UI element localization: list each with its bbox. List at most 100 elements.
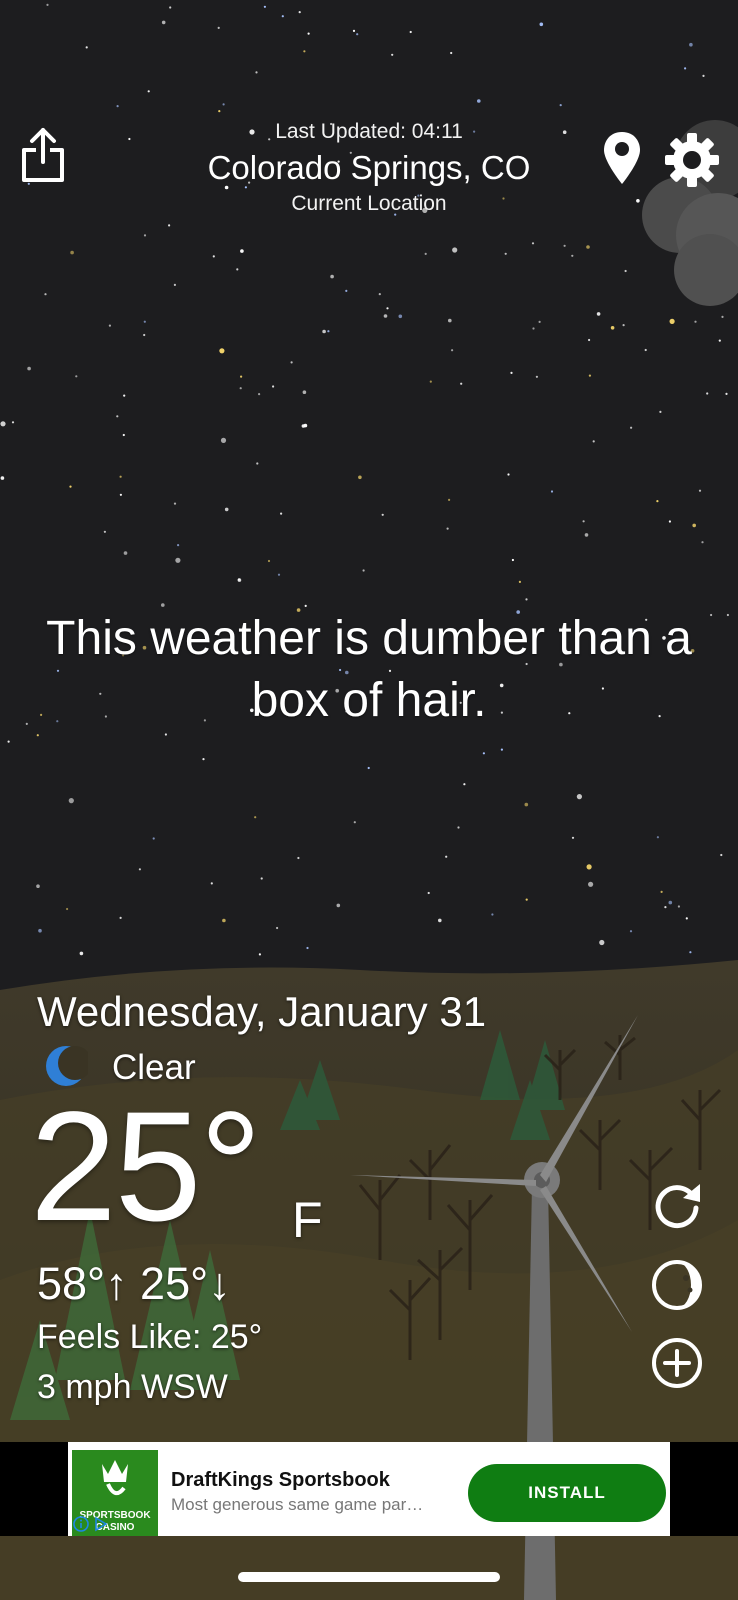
star (383, 314, 388, 318)
map-pin-icon[interactable] (600, 130, 644, 186)
last-updated-label: Last Updated: 04:11 (275, 120, 463, 143)
star (518, 580, 522, 584)
star (68, 798, 74, 804)
star (588, 881, 594, 887)
star (70, 250, 74, 255)
star (345, 289, 348, 292)
star (448, 318, 452, 323)
star (378, 293, 381, 296)
crown-logo-icon (102, 1460, 128, 1496)
ad-install-button[interactable]: INSTALL (468, 1464, 666, 1522)
temperature-unit[interactable]: F (292, 1192, 323, 1248)
share-icon[interactable] (18, 124, 68, 186)
plus-circle-icon[interactable] (650, 1336, 704, 1390)
star (576, 794, 583, 800)
star (175, 557, 181, 563)
star (36, 884, 40, 888)
ad-info-icon[interactable] (72, 1514, 112, 1534)
star (277, 573, 281, 576)
star (103, 530, 106, 533)
star (610, 326, 615, 330)
star (664, 906, 667, 909)
star (304, 604, 307, 608)
star (220, 437, 227, 443)
star (327, 330, 330, 333)
star (586, 864, 592, 870)
star (599, 939, 605, 946)
star (79, 951, 84, 956)
star (330, 274, 334, 279)
star (588, 374, 592, 377)
star (596, 312, 601, 316)
star (302, 390, 307, 395)
star (224, 507, 229, 512)
star (504, 252, 507, 255)
weather-app-screen: Last Updated: 04:11 Colorado Springs, CO… (0, 0, 738, 1600)
star (563, 244, 566, 247)
star (258, 393, 261, 396)
star (240, 249, 244, 253)
star (445, 855, 448, 858)
ad-subtitle: Most generous same game par… (171, 1495, 424, 1514)
star (588, 338, 591, 342)
star (592, 440, 595, 443)
star (138, 868, 141, 871)
feels-like: Feels Like: 25° (37, 1318, 263, 1356)
star (27, 366, 31, 371)
star (720, 853, 723, 857)
star (353, 821, 356, 824)
star (290, 361, 293, 364)
gear-icon[interactable] (664, 132, 720, 188)
header: Last Updated: 04:11 Colorado Springs, CO… (0, 0, 738, 240)
star (446, 527, 449, 530)
star (507, 473, 510, 476)
star (306, 946, 309, 950)
star (424, 252, 427, 255)
refresh-icon[interactable] (650, 1178, 704, 1232)
star (336, 903, 341, 908)
wind-info: 3 mph WSW (37, 1368, 228, 1406)
star (202, 758, 205, 761)
star (381, 513, 384, 516)
star (362, 569, 365, 572)
star (668, 520, 672, 523)
location-block[interactable]: Last Updated: 04:11 Colorado Springs, CO… (130, 118, 608, 218)
star (668, 900, 673, 905)
ad-title: DraftKings Sportsbook (171, 1469, 390, 1491)
star (258, 953, 261, 956)
star (236, 268, 239, 271)
ad-banner[interactable]: SPORTSBOOK CASINO DraftKings Sportsbook … (68, 1442, 670, 1536)
star (177, 544, 180, 547)
star (398, 314, 403, 319)
star (38, 928, 42, 933)
star (212, 255, 215, 258)
star (457, 826, 460, 829)
star (660, 890, 663, 894)
star (706, 392, 709, 395)
star (463, 783, 466, 786)
star (510, 371, 513, 374)
star (524, 802, 529, 807)
star (7, 740, 10, 743)
home-indicator[interactable] (238, 1572, 500, 1582)
current-temperature[interactable]: 25° (30, 1089, 262, 1245)
star (276, 926, 279, 930)
star (525, 598, 528, 601)
star (571, 254, 574, 257)
star (240, 375, 243, 378)
star (254, 816, 257, 819)
star (44, 293, 47, 296)
star (386, 307, 389, 310)
star (629, 930, 633, 933)
current-location-label: Current Location (291, 192, 447, 215)
star (322, 329, 326, 334)
star (303, 423, 308, 428)
star (75, 375, 78, 378)
star (656, 500, 659, 503)
star (367, 766, 370, 770)
star (143, 320, 146, 323)
star (491, 913, 494, 916)
moon-phase-icon[interactable] (650, 1258, 704, 1312)
star (123, 394, 126, 397)
star (173, 502, 177, 505)
